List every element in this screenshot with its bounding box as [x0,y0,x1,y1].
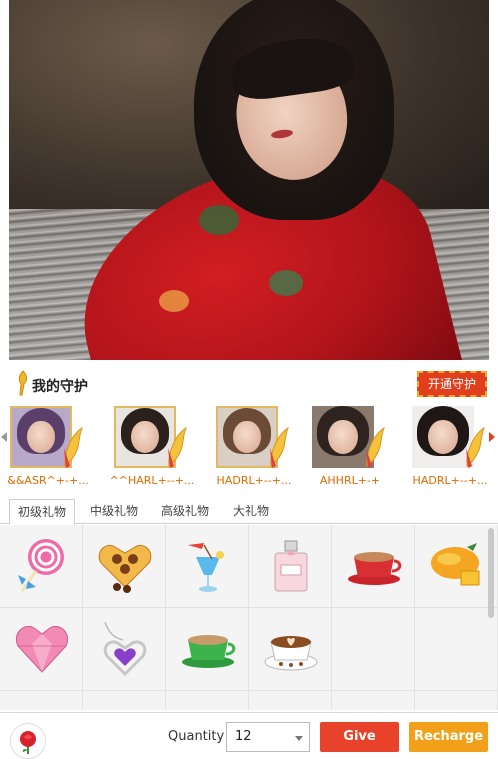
send-gift-bar: Quantity 12 Give Recharge [0,712,498,759]
guard-wing-icon [366,426,386,468]
gift-item-empty [83,691,166,710]
guard-list: &&ASR^+-+... ^^HARL+--+... HADRL+--+... … [0,404,498,496]
open-guard-button[interactable]: 开通守护 [417,371,487,397]
mango-icon [431,543,480,586]
perfume-icon [274,540,308,592]
gift-item-empty [249,691,332,710]
quantity-label: Quantity [168,729,225,744]
lollipop-icon [18,539,64,592]
gift-item-empty [166,691,249,710]
gift-item-pendant[interactable] [83,608,166,691]
quantity-select[interactable]: 12 [226,722,310,752]
gift-item-lollipop[interactable] [0,525,83,608]
guard-member[interactable]: ^^HARL+--+... [108,404,196,492]
guard-title: 我的守护 [32,379,88,395]
quantity-value: 12 [235,729,252,744]
guard-wing-icon [466,426,486,468]
gift-item-latte[interactable] [249,608,332,691]
gift-item-empty [332,608,415,691]
gift-item-empty [415,608,498,691]
gift-item-chocolate[interactable] [83,525,166,608]
guard-name: ^^HARL+--+... [109,474,195,487]
guard-section-header: 我的守护 开通守护 [9,366,489,402]
rose-button[interactable] [10,723,46,759]
gift-item-empty [415,691,498,710]
streamer-photo [9,0,489,360]
tab-mid-gifts[interactable]: 中级礼物 [82,499,146,524]
tab-basic-gifts[interactable]: 初级礼物 [9,499,76,525]
recharge-button[interactable]: Recharge [409,722,488,752]
gift-item-cocktail[interactable] [166,525,249,608]
guard-name: HADRL+--+... [412,474,488,487]
guard-name: AHHRL+-+ [319,474,381,487]
tab-big-gifts[interactable]: 大礼物 [225,499,277,524]
gift-item-perfume[interactable] [249,525,332,608]
guard-member[interactable]: HADRL+--+... [210,404,298,492]
gift-item-empty [0,691,83,710]
guard-member[interactable]: HADRL+--+... [406,404,494,492]
latte-art-icon [264,636,318,671]
chevron-down-icon [295,736,303,741]
chocolate-box-icon [98,545,152,593]
guard-member[interactable]: &&ASR^+-+... [4,404,92,492]
gift-item-diamond-heart[interactable] [0,608,83,691]
green-coffee-cup-icon [182,635,236,668]
guard-member[interactable]: AHHRL+-+ [306,404,394,492]
cocktail-icon [188,543,224,592]
rose-icon [20,731,36,754]
tab-advanced-gifts[interactable]: 高级礼物 [153,499,217,524]
guard-name: HADRL+--+... [216,474,292,487]
torch-icon [18,370,27,396]
pink-diamond-heart-icon [16,626,68,673]
give-button[interactable]: Give [320,722,399,752]
heart-pendant-icon [103,621,147,677]
gift-item-green-coffee[interactable] [166,608,249,691]
gift-item-mango[interactable] [415,525,498,608]
guard-wing-icon [64,426,84,468]
gift-tab-bar: 初级礼物 中级礼物 高级礼物 大礼物 [0,499,498,525]
gift-grid-scrollbar[interactable] [488,528,494,618]
guard-name: &&ASR^+-+... [7,474,89,487]
guard-wing-icon [168,426,188,468]
gift-grid [0,525,498,710]
coffee-cup-icon [348,552,402,585]
gift-item-empty [332,691,415,710]
guard-wing-icon [270,426,290,468]
gift-item-coffee[interactable] [332,525,415,608]
scroll-right-arrow-icon[interactable] [489,432,495,442]
